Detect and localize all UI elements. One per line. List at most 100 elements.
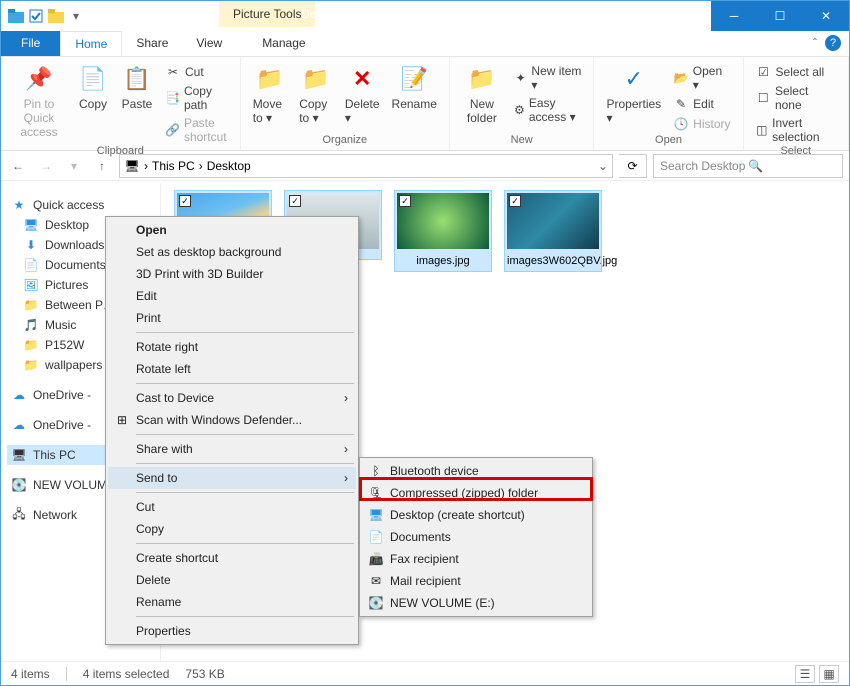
ctx-send-to[interactable]: Send to› [108,467,356,489]
copy-button[interactable]: 📄Copy [73,61,113,113]
maximize-button[interactable]: ☐ [757,1,803,31]
ctx-set-background[interactable]: Set as desktop background [108,241,356,263]
ctx-rotate-right[interactable]: Rotate right [108,336,356,358]
easy-access-button[interactable]: ⚙Easy access ▾ [510,95,586,125]
defender-icon: ⊞ [114,412,130,428]
pin-icon: 📌 [23,63,55,95]
tab-file[interactable]: File [1,31,60,56]
file-item-4[interactable]: ✓ images3W602QBV.jpg [505,191,601,271]
tab-view[interactable]: View [182,31,236,56]
zip-icon: 🗜 [368,485,384,501]
documents-icon: 📄 [23,257,39,273]
pin-quick-access-button[interactable]: 📌Pin to Quick access [9,61,69,141]
search-placeholder: Search Desktop [660,159,748,173]
tab-manage[interactable]: Manage [248,31,319,56]
ctx-edit[interactable]: Edit [108,285,356,307]
help-icon[interactable]: ? [825,35,841,51]
ctx-cut[interactable]: Cut [108,496,356,518]
select-all-button[interactable]: ☑Select all [752,63,840,81]
ctx-open[interactable]: Open [108,219,356,241]
checkbox-icon[interactable]: ✓ [399,195,411,207]
context-menu-sendto: ᛒBluetooth device 🗜Compressed (zipped) f… [359,457,593,617]
ctx-delete[interactable]: Delete [108,569,356,591]
tab-home[interactable]: Home [60,31,122,56]
status-bar: 4 items 4 items selected 753 KB ☰ ▦ [1,661,849,685]
recent-dropdown-button[interactable]: ▾ [63,155,85,177]
ctx-rotate-left[interactable]: Rotate left [108,358,356,380]
ctx-print[interactable]: Print [108,307,356,329]
minimize-button[interactable]: ─ [711,1,757,31]
edit-button[interactable]: ✎Edit [669,95,734,113]
status-size: 753 KB [185,667,224,681]
rename-button[interactable]: 📝Rename [388,61,441,113]
easy-access-icon: ⚙ [514,102,525,118]
sendto-fax[interactable]: 📠Fax recipient [362,548,590,570]
folder-icon: 📁 [23,357,39,373]
checkbox-icon[interactable]: ✓ [179,195,191,207]
qat-checkbox-icon[interactable] [27,7,45,25]
paste-button[interactable]: 📋Paste [117,61,157,113]
sendto-mail[interactable]: ✉Mail recipient [362,570,590,592]
back-button[interactable]: ← [7,155,29,177]
sendto-bluetooth[interactable]: ᛒBluetooth device [362,460,590,482]
details-view-button[interactable]: ☰ [795,665,815,683]
paste-icon: 📋 [121,63,153,95]
chevron-right-icon: › [344,391,348,405]
sendto-documents[interactable]: 📄Documents [362,526,590,548]
sendto-new-volume[interactable]: 💽NEW VOLUME (E:) [362,592,590,614]
up-button[interactable]: ↑ [91,155,113,177]
delete-button[interactable]: ✕Delete ▾ [341,61,384,127]
open-button[interactable]: 📂Open ▾ [669,63,734,93]
ctx-share-with[interactable]: Share with› [108,438,356,460]
checkbox-icon[interactable]: ✓ [509,195,521,207]
history-button[interactable]: 🕓History [669,115,734,133]
cut-icon: ✂ [165,64,181,80]
refresh-button[interactable]: ⟳ [619,154,647,178]
desktop-icon: 🖥 [23,217,39,233]
copy-path-button[interactable]: 📑Copy path [161,83,232,113]
ctx-rename[interactable]: Rename [108,591,356,613]
ctx-copy[interactable]: Copy [108,518,356,540]
checkbox-icon[interactable]: ✓ [289,195,301,207]
crumb-desktop[interactable]: Desktop [207,159,251,173]
ctx-scan-defender[interactable]: ⊞Scan with Windows Defender... [108,409,356,431]
tree-quick-access[interactable]: ★Quick access [7,195,154,215]
ctx-cast-to-device[interactable]: Cast to Device› [108,387,356,409]
music-icon: 🎵 [23,317,39,333]
move-to-icon: 📁 [254,63,286,95]
search-input[interactable]: Search Desktop 🔍 [653,154,843,178]
qat-overflow-icon[interactable]: ▾ [67,7,85,25]
open-icon: 📂 [673,70,689,86]
select-none-button[interactable]: ☐Select none [752,83,840,113]
invert-selection-button[interactable]: ◫Invert selection [752,115,840,145]
cut-button[interactable]: ✂Cut [161,63,232,81]
onedrive-icon: ☁ [11,387,27,403]
forward-button[interactable]: → [35,155,57,177]
sendto-compressed[interactable]: 🗜Compressed (zipped) folder [362,482,590,504]
new-folder-button[interactable]: 📁New folder [458,61,506,127]
close-button[interactable]: ✕ [803,1,849,31]
paste-shortcut-button[interactable]: 🔗Paste shortcut [161,115,232,145]
ctx-create-shortcut[interactable]: Create shortcut [108,547,356,569]
invert-icon: ◫ [756,122,769,138]
address-dropdown-button[interactable]: ⌄ [598,159,608,173]
sendto-desktop-shortcut[interactable]: 🖥Desktop (create shortcut) [362,504,590,526]
address-bar[interactable]: 🖥› This PC› Desktop ⌄ [119,154,613,178]
properties-button[interactable]: ✓Properties ▾ [602,61,665,127]
ribbon-collapse-button[interactable]: ˆ [813,36,817,50]
crumb-this-pc[interactable]: This PC [152,159,195,173]
tab-share[interactable]: Share [122,31,182,56]
move-to-button[interactable]: 📁Move to ▾ [249,61,292,127]
new-item-button[interactable]: ✦New item ▾ [510,63,586,93]
thumbnails-view-button[interactable]: ▦ [819,665,839,683]
copy-to-icon: 📁 [300,63,332,95]
bluetooth-icon: ᛒ [368,463,384,479]
chevron-right-icon: › [344,442,348,456]
file-item-3[interactable]: ✓ images.jpg [395,191,491,271]
ctx-3d-print[interactable]: 3D Print with 3D Builder [108,263,356,285]
group-label-organize: Organize [322,134,367,148]
status-selected-count: 4 items selected [83,667,170,681]
copy-to-button[interactable]: 📁Copy to ▾ [295,61,337,127]
ctx-properties[interactable]: Properties [108,620,356,642]
qat-folder-icon[interactable] [47,7,65,25]
